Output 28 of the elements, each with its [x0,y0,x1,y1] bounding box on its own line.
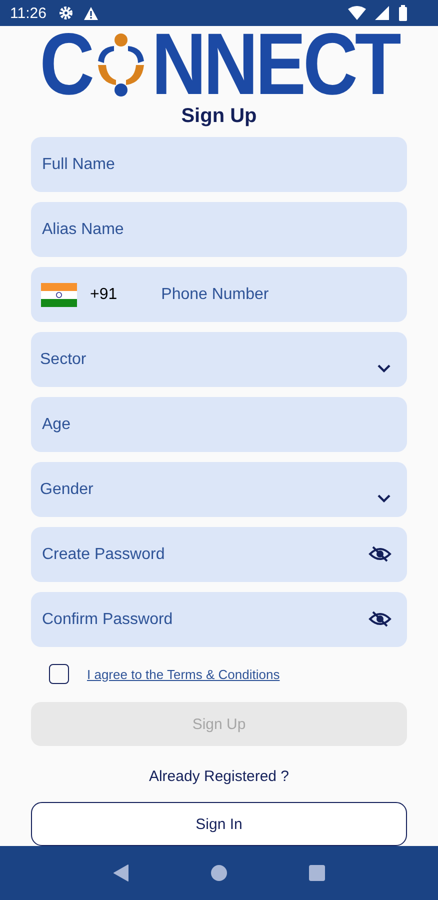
phone-field[interactable]: +91 Phone Number [31,267,407,322]
wifi-icon [348,6,366,20]
battery-icon [398,5,408,21]
sign-in-button[interactable]: Sign In [31,802,407,846]
warning-icon [83,6,100,20]
eye-slash-icon[interactable] [368,610,392,628]
password-field[interactable]: Create Password [31,527,407,582]
back-icon[interactable] [112,864,130,882]
home-icon[interactable] [210,864,228,882]
input-field[interactable]: Alias Name [31,202,407,257]
country-code[interactable]: +91 [90,286,118,304]
dropdown-field[interactable]: Sector [31,332,407,387]
input-field[interactable]: Age [31,397,407,452]
india-flag-icon [41,282,77,306]
terms-link[interactable]: I agree to the Terms & Conditions [87,666,280,682]
logo-text: C [40,21,92,109]
chevron-down-icon [377,494,391,503]
settings-icon [58,5,74,21]
already-registered-text: Already Registered ? [148,768,290,785]
chevron-down-icon [377,364,391,373]
checkbox[interactable] [49,664,69,684]
input-field[interactable]: Full Name [31,137,407,192]
dropdown-field[interactable]: Gender [31,462,407,517]
recents-icon[interactable] [308,864,326,882]
password-field[interactable]: Confirm Password [31,592,407,647]
eye-slash-icon[interactable] [368,545,392,563]
signal-icon [375,6,389,20]
status-time: 11:26 [10,4,46,22]
